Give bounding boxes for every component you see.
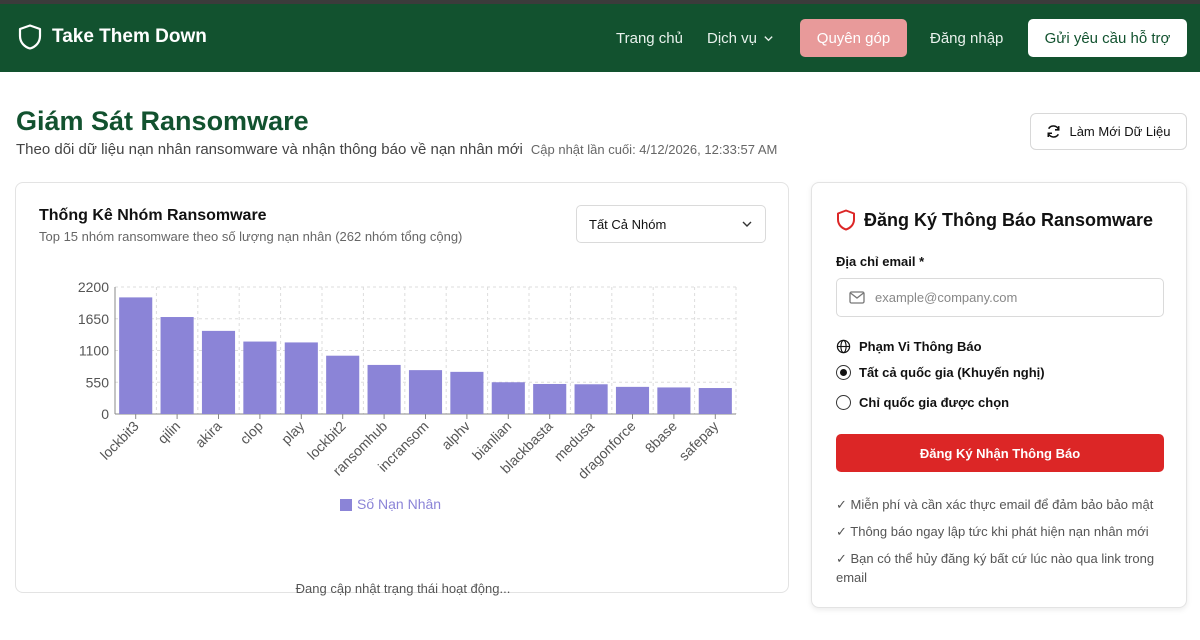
form-title: Đăng Ký Thông Báo Ransomware: [836, 209, 1153, 231]
brand-logo[interactable]: Take Them Down: [18, 24, 207, 50]
x-tick-label: safepay: [675, 418, 721, 464]
page-title: Giám Sát Ransomware: [16, 106, 309, 136]
last-updated-text: Cập nhật lần cuối: 4/12/2026, 12:33:57 A…: [530, 142, 778, 157]
login-link[interactable]: Đăng nhập: [930, 30, 1003, 47]
note-unsubscribe: ✓ Bạn có thể hủy đăng ký bất cứ lúc nào …: [836, 551, 1155, 585]
x-tick-label: alphv: [438, 418, 473, 453]
x-tick-label: qilin: [154, 418, 183, 447]
x-tick-label: akira: [192, 418, 225, 451]
y-tick-label: 0: [101, 406, 109, 422]
x-tick-label: clop: [237, 418, 267, 448]
bar-clop: [243, 341, 277, 414]
bar-medusa: [574, 384, 608, 414]
radio-all-label: Tất cả quốc gia (Khuyến nghị): [859, 365, 1045, 380]
mail-icon: [849, 291, 865, 304]
refresh-label: Làm Mới Dữ Liệu: [1069, 124, 1171, 139]
ransomware-stats-card: Thống Kê Nhóm Ransomware Top 15 nhóm ran…: [15, 182, 789, 596]
globe-icon: [836, 339, 851, 354]
radio-selected[interactable]: [836, 365, 851, 380]
page-subtitle-row: Theo dõi dữ liệu nạn nhân ransomware và …: [16, 141, 777, 158]
note-instant: ✓ Thông báo ngay lập tức khi phát hiện n…: [836, 524, 1149, 539]
bar-safepay: [698, 388, 732, 414]
radio-option-selected-countries[interactable]: Chỉ quốc gia được chọn: [836, 395, 1009, 410]
legend-label: Số Nạn Nhân: [357, 496, 441, 512]
refresh-data-button[interactable]: Làm Mới Dữ Liệu: [1030, 113, 1187, 150]
x-tick-label: lockbit3: [97, 418, 142, 463]
email-label: Địa chỉ email *: [836, 254, 925, 269]
subscribe-button[interactable]: Đăng Ký Nhận Thông Báo: [836, 434, 1164, 472]
y-tick-label: 2200: [78, 279, 109, 295]
radio-selected-label: Chỉ quốc gia được chọn: [859, 395, 1010, 410]
nav-home-link[interactable]: Trang chủ: [616, 30, 683, 47]
chevron-down-icon: [764, 36, 773, 42]
radio-unselected[interactable]: [836, 395, 851, 410]
brand-name: Take Them Down: [52, 26, 207, 47]
y-tick-label: 1650: [78, 311, 109, 327]
bar-blackbasta: [533, 383, 567, 414]
page-subtitle: Theo dõi dữ liệu nạn nhân ransomware và …: [16, 141, 523, 158]
bar-lockbit2: [326, 355, 360, 414]
notification-scope-label: Phạm Vi Thông Báo: [836, 339, 982, 354]
refresh-icon: [1047, 125, 1060, 138]
bar-lockbit3: [119, 297, 153, 414]
bar-play: [284, 342, 318, 414]
legend-swatch: [340, 499, 352, 511]
shield-icon: [18, 24, 42, 50]
support-request-button[interactable]: Gửi yêu cầu hỗ trợ: [1028, 19, 1187, 57]
status-updating-text: Đang cập nhật trạng thái hoạt động...: [295, 581, 511, 596]
bar-alphv: [450, 371, 484, 414]
x-tick-label: 8base: [642, 418, 680, 456]
radio-option-all-countries[interactable]: Tất cả quốc gia (Khuyến nghị): [836, 365, 1045, 380]
shield-icon: [837, 209, 855, 231]
bar-qilin: [160, 317, 194, 414]
bar-ransomhub: [367, 364, 401, 414]
nav-services-dropdown[interactable]: Dịch vụ: [707, 30, 774, 47]
bar-dragonforce: [615, 386, 650, 414]
bar-8base: [657, 387, 691, 414]
nav-services-label: Dịch vụ: [707, 30, 758, 47]
note-free: ✓ Miễn phí và cần xác thực email để đảm …: [836, 497, 1154, 512]
email-input[interactable]: [875, 290, 1155, 305]
bar-bianlian: [491, 382, 525, 414]
bar-incransom: [408, 370, 443, 414]
subscribe-form-card: Đăng Ký Thông Báo Ransomware Địa chỉ ema…: [811, 182, 1187, 608]
form-title-text: Đăng Ký Thông Báo Ransomware: [864, 209, 1154, 230]
donate-button[interactable]: Quyên góp: [800, 19, 907, 57]
y-tick-label: 550: [86, 374, 110, 390]
x-tick-label: play: [278, 418, 307, 447]
y-tick-label: 1100: [79, 343, 109, 359]
top-navbar: Take Them Down Trang chủ Dịch vụ Quyên g…: [0, 4, 1200, 72]
victims-bar-chart: 2200 1650 1100 550 0lockbit3 qilin akira clop pl…: [78, 279, 737, 512]
scope-label-text: Phạm Vi Thông Báo: [859, 339, 982, 354]
email-field[interactable]: [836, 278, 1164, 317]
bar-akira: [201, 330, 236, 414]
